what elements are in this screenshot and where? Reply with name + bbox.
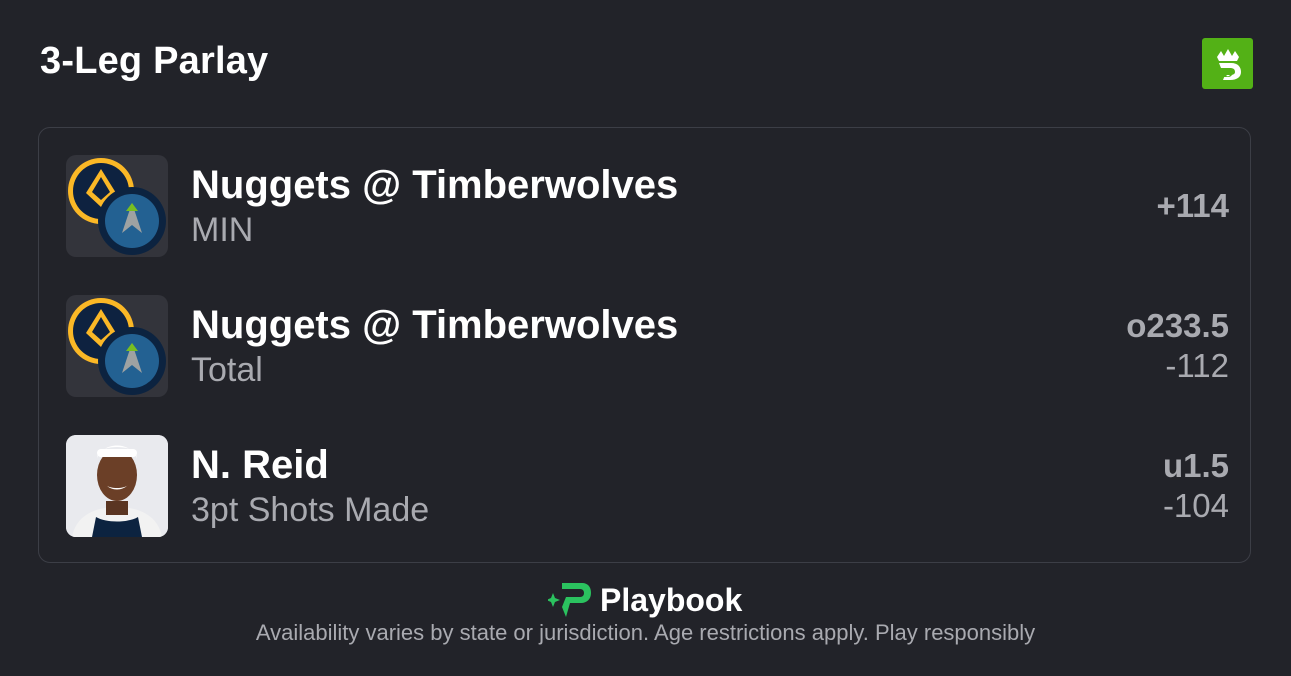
leg-market: 3pt Shots Made <box>191 491 430 529</box>
playbook-brand[interactable]: Playbook <box>548 578 742 622</box>
team-logos-icon <box>66 155 168 257</box>
svg-text:D: D <box>1223 66 1233 81</box>
playbook-brand-name: Playbook <box>600 581 743 618</box>
leg-market: Total <box>191 351 263 389</box>
leg-title: Nuggets @ Timberwolves <box>191 163 679 207</box>
disclaimer-text: Availability varies by state or jurisdic… <box>255 620 1036 645</box>
draftkings-logo-icon: D <box>1202 38 1253 89</box>
leg-line: o233.5 <box>1126 307 1229 344</box>
leg-title: Nuggets @ Timberwolves <box>191 303 679 347</box>
leg-odds: -104 <box>1162 487 1229 524</box>
parlay-leg[interactable]: N. Reid 3pt Shots Made u1.5 -104 <box>66 435 1229 537</box>
leg-title: N. Reid <box>191 443 329 487</box>
playbook-logo-icon <box>548 583 591 617</box>
leg-odds: -112 <box>1165 347 1229 384</box>
leg-market: MIN <box>191 211 254 249</box>
leg-line: u1.5 <box>1162 447 1229 484</box>
parlay-leg[interactable]: Nuggets @ Timberwolves MIN +114 <box>66 155 1229 257</box>
leg-line: +114 <box>1156 187 1229 224</box>
player-headshot-icon <box>66 435 168 537</box>
team-logos-icon <box>66 295 168 397</box>
parlay-card: Nuggets @ Timberwolves MIN +114 Nuggets … <box>38 127 1251 563</box>
parlay-leg[interactable]: Nuggets @ Timberwolves Total o233.5 -112 <box>66 295 1229 397</box>
page-title: 3-Leg Parlay <box>40 40 269 82</box>
